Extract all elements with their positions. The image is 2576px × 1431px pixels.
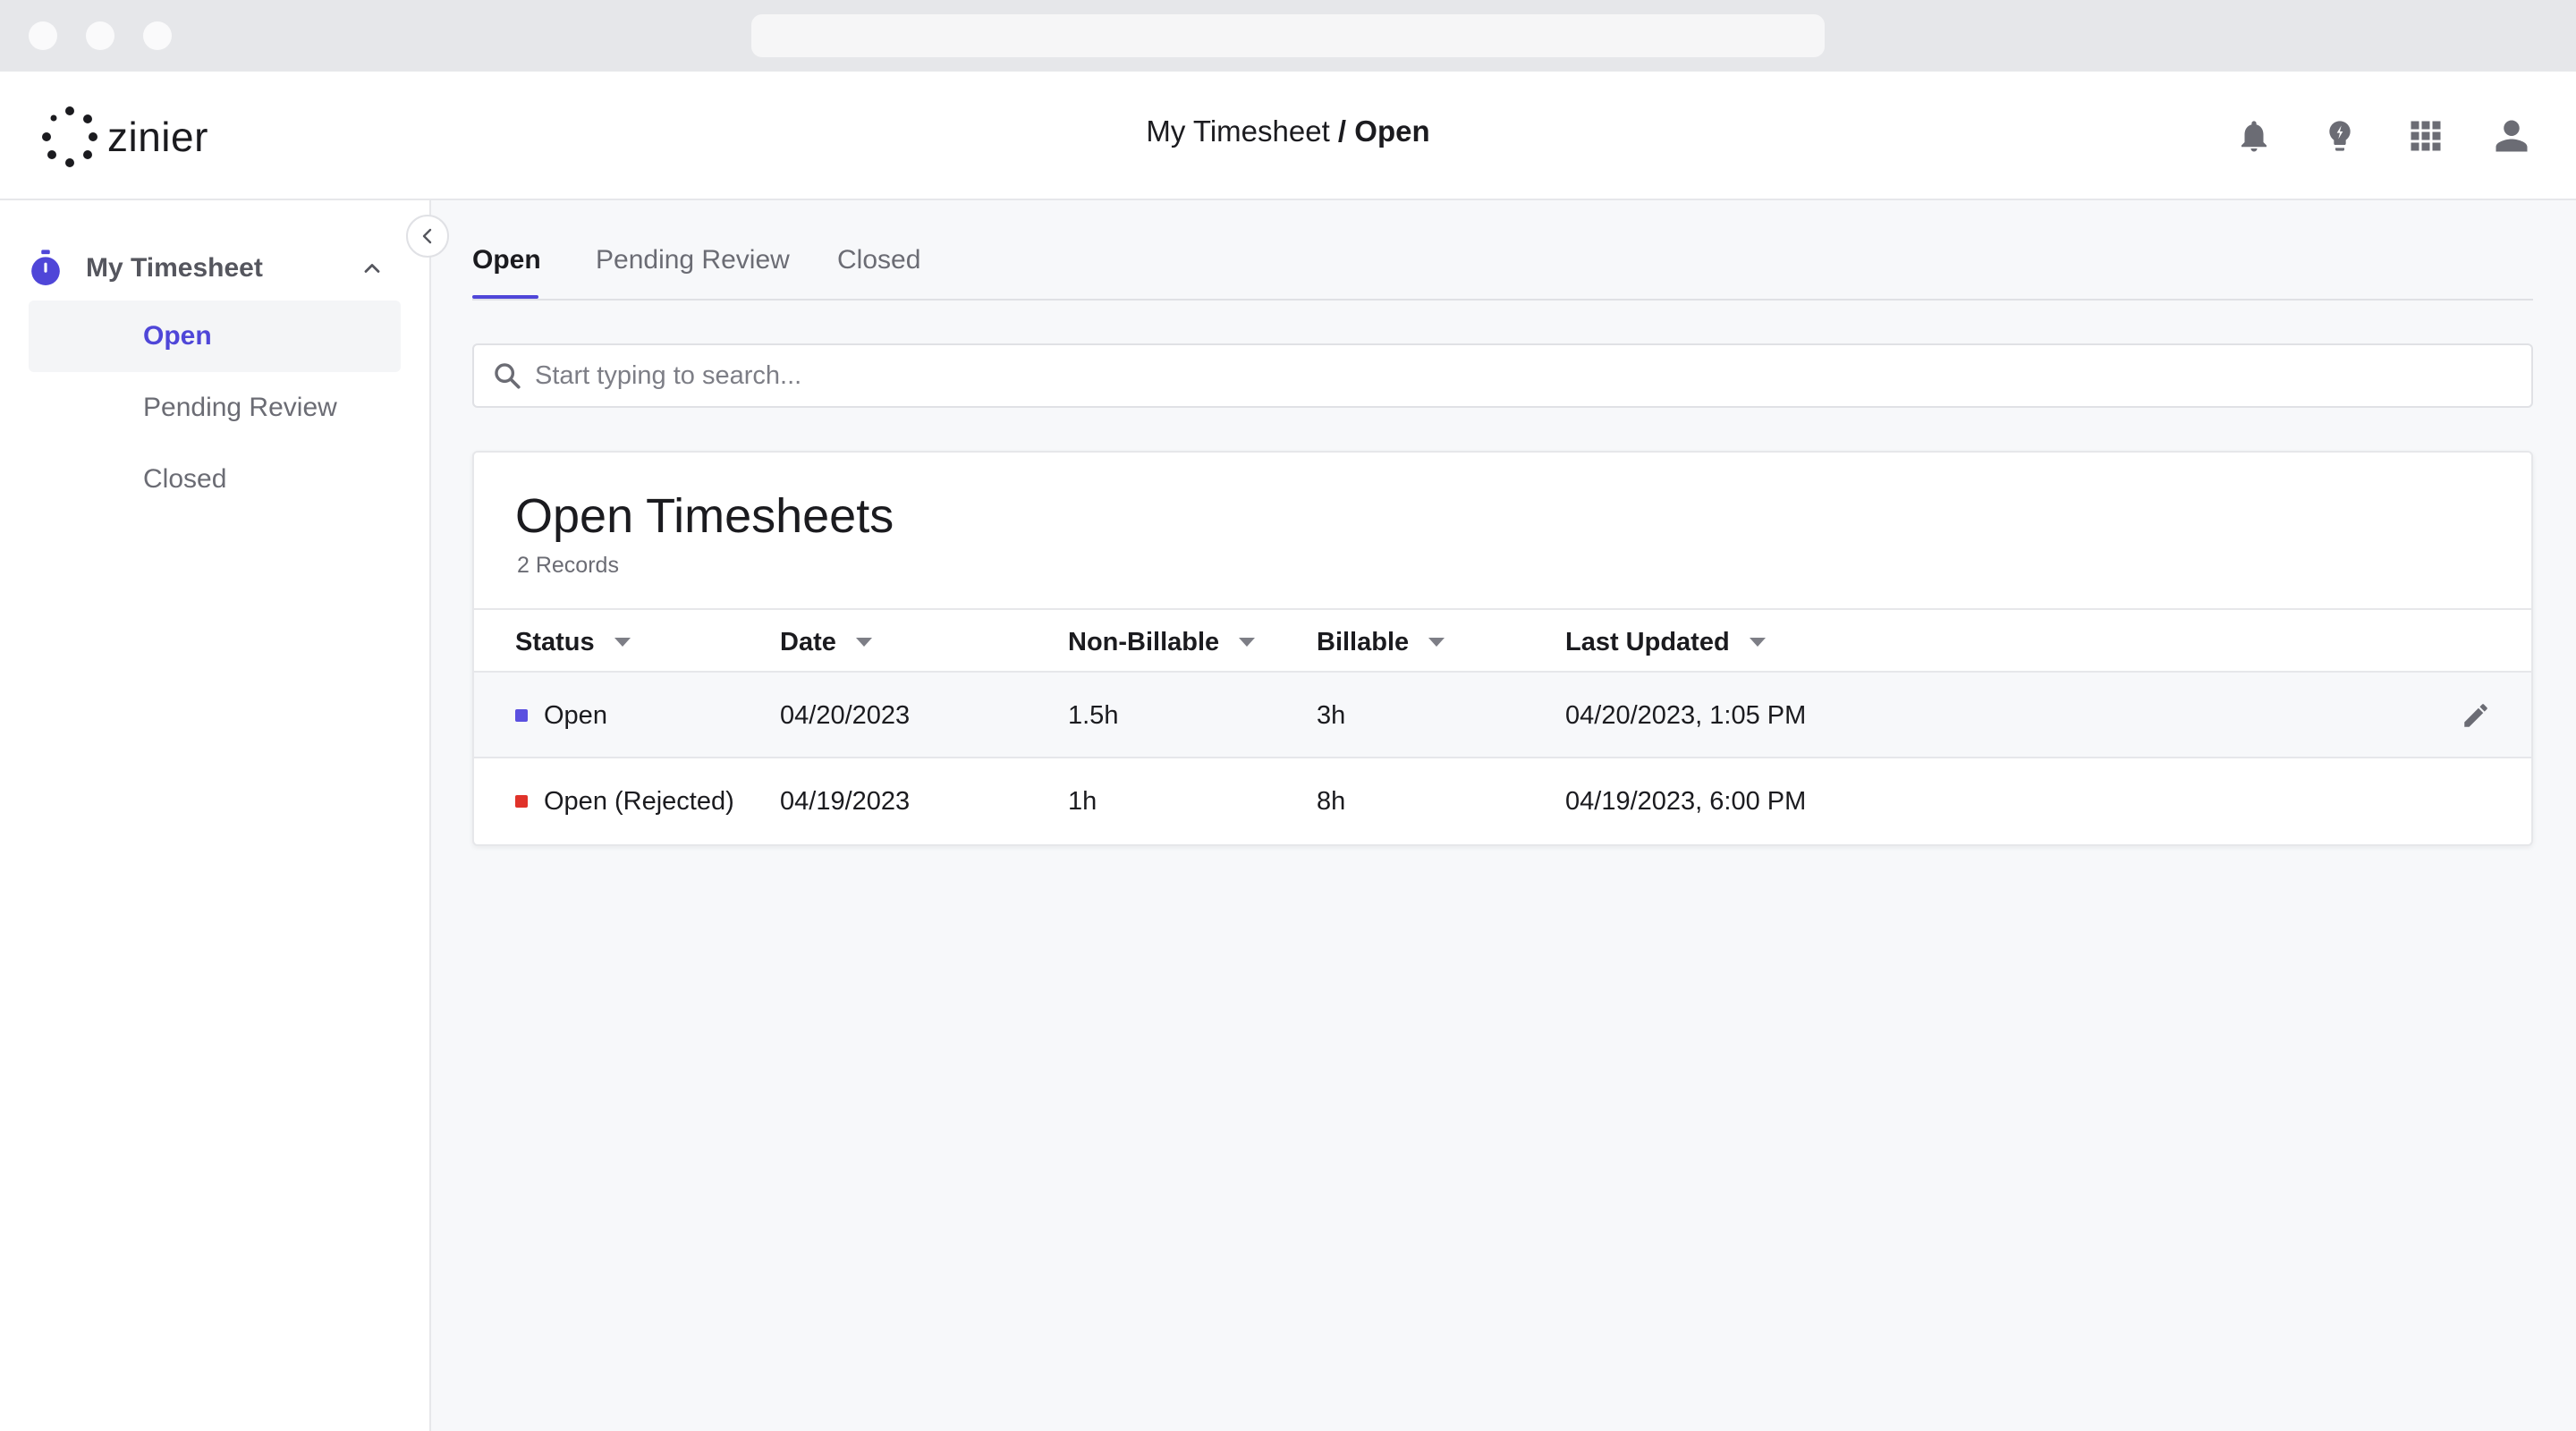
column-header-label: Date [780,627,836,656]
status-indicator [515,709,528,722]
sort-caret-icon[interactable] [855,638,872,647]
non-billable-cell: 1.5h [1068,700,1119,730]
date-cell: 04/20/2023 [780,700,911,730]
lightbulb-icon [2329,121,2351,151]
billable-cell: 3h [1317,700,1346,730]
status-cell: Open (Rejected) [515,758,734,844]
search-input[interactable] [535,360,2324,391]
column-header-last-updated[interactable]: Last Updated [1565,610,1766,674]
sidebar-section-my-timesheet[interactable]: My Timesheet [29,236,397,301]
record-count: 2 Records [517,553,619,578]
last-updated-cell: 04/20/2023, 1:05 PM [1565,700,1807,730]
sidebar-section-label: My Timesheet [86,253,263,283]
active-tab-indicator [472,295,538,299]
column-header-label: Status [515,627,595,656]
collapse-sidebar-button[interactable] [406,215,449,258]
status-cell: Open [515,673,607,758]
tab-open[interactable]: Open [472,245,541,275]
sidebar-item-pending-review[interactable]: Pending Review [29,372,401,444]
tab-pending-review[interactable]: Pending Review [596,245,790,275]
chevron-left-icon [422,228,432,244]
sort-caret-icon[interactable] [1428,638,1445,647]
table-row[interactable]: Open (Rejected) 04/19/2023 1h 8h 04/19/2… [474,758,2531,844]
tab-closed[interactable]: Closed [837,245,920,275]
tab-bar: Open Pending Review Closed [472,200,2533,301]
column-header-date[interactable]: Date [780,610,872,674]
search-icon [495,363,521,389]
sidebar: My Timesheet Open Pending Review Closed [0,200,431,1431]
sidebar-item-closed[interactable]: Closed [29,444,401,515]
last-updated-cell: 04/19/2023, 6:00 PM [1565,786,1807,816]
sort-caret-icon[interactable] [614,638,631,647]
notifications-button[interactable] [2231,113,2277,159]
stopwatch-icon [31,250,60,285]
timesheets-card: Open Timesheets 2 Records Status Date No… [472,451,2533,846]
column-header-label: Last Updated [1565,627,1730,656]
column-header-status[interactable]: Status [515,610,631,674]
edit-button[interactable] [2460,699,2492,732]
search-box[interactable] [472,343,2533,408]
breadcrumb-separator: / [1329,114,1355,148]
table-header: Status Date Non-Billable Billable Last U… [474,608,2531,673]
window-maximize-dot[interactable] [143,21,172,50]
column-header-non-billable[interactable]: Non-Billable [1068,610,1256,674]
table-row[interactable]: Open 04/20/2023 1.5h 3h 04/20/2023, 1:05… [474,673,2531,758]
date-cell: 04/19/2023 [780,786,911,816]
app-header: zinier My Timesheet / Open [0,72,2576,200]
bell-icon [2241,121,2267,152]
breadcrumb-parent[interactable]: My Timesheet [1146,114,1329,148]
window-close-dot[interactable] [29,21,57,50]
card-title: Open Timesheets [515,489,894,543]
column-header-billable[interactable]: Billable [1317,610,1445,674]
user-icon [2496,120,2528,152]
breadcrumb-current: Open [1354,114,1430,148]
non-billable-cell: 1h [1068,786,1097,816]
apps-grid-icon [2411,121,2441,151]
pencil-icon [2464,704,2487,727]
sidebar-item-open[interactable]: Open [29,301,401,372]
sort-caret-icon[interactable] [1749,638,1766,647]
breadcrumb: My Timesheet / Open [0,114,2576,148]
apps-button[interactable] [2402,113,2449,159]
status-text: Open [544,700,607,730]
sort-caret-icon[interactable] [1239,638,1256,647]
billable-cell: 8h [1317,786,1346,816]
status-indicator [515,795,528,808]
insights-button[interactable] [2317,113,2363,159]
window-minimize-dot[interactable] [86,21,114,50]
profile-button[interactable] [2488,113,2535,159]
column-header-label: Non-Billable [1068,627,1220,656]
browser-chrome [0,0,2576,72]
chevron-up-icon[interactable] [360,256,385,281]
column-header-label: Billable [1317,627,1410,656]
status-text: Open (Rejected) [544,786,734,816]
address-bar[interactable] [751,14,1825,57]
